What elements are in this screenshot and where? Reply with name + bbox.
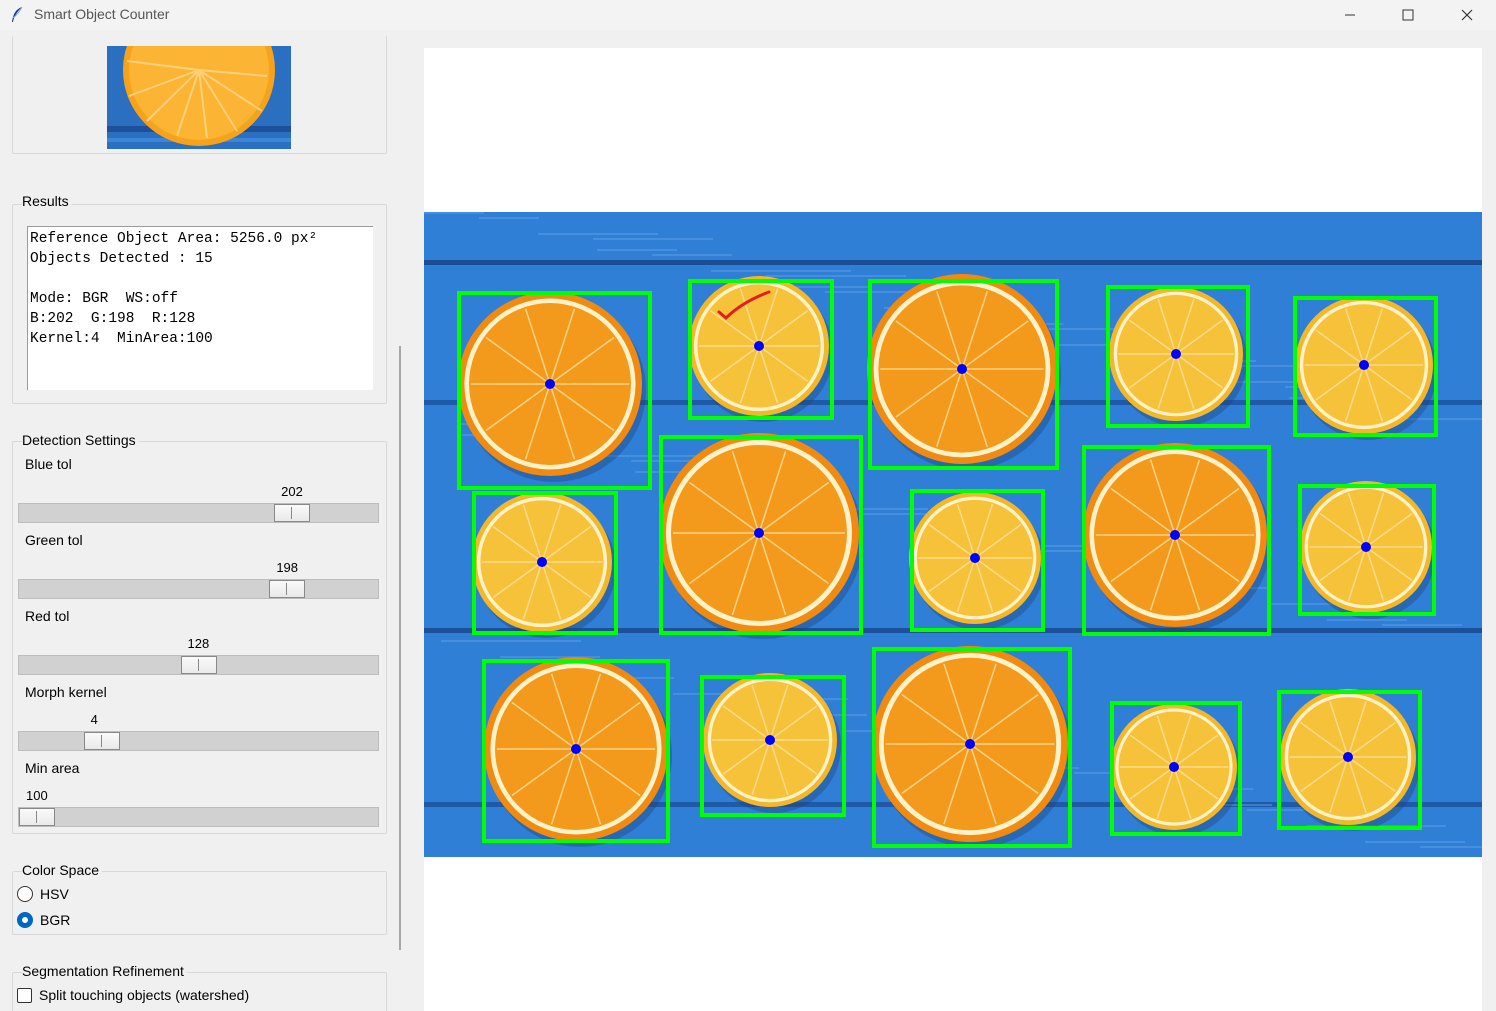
min-area-slider[interactable] bbox=[18, 807, 379, 827]
detection-center bbox=[1361, 542, 1371, 552]
wood-grain bbox=[1420, 846, 1482, 848]
slider-thumb[interactable] bbox=[83, 732, 120, 750]
plank-gap bbox=[424, 260, 1482, 265]
wood-grain bbox=[1327, 619, 1407, 621]
slider-thumb[interactable] bbox=[274, 504, 311, 522]
wood-grain bbox=[424, 212, 484, 214]
slider-thumb[interactable] bbox=[180, 656, 217, 674]
min-area-value: 100 bbox=[26, 788, 48, 803]
maximize-icon bbox=[1402, 9, 1414, 21]
wood-grain bbox=[593, 238, 713, 240]
watershed-checkbox[interactable] bbox=[17, 987, 32, 1003]
detection-center bbox=[965, 739, 975, 749]
detection-center bbox=[537, 557, 547, 567]
detection-image bbox=[424, 212, 1482, 857]
green-tol-value: 198 bbox=[276, 560, 299, 575]
watershed-checkbox-label: Split touching objects (watershed) bbox=[39, 987, 250, 1003]
window-title: Smart Object Counter bbox=[34, 6, 170, 22]
image-canvas[interactable] bbox=[424, 48, 1482, 1011]
detection-center bbox=[970, 553, 980, 563]
wood-grain bbox=[652, 254, 732, 256]
wood-grain bbox=[1365, 841, 1465, 843]
wood-grain bbox=[479, 217, 539, 219]
detection-center bbox=[571, 744, 581, 754]
wood-grain bbox=[597, 249, 677, 251]
slider-thumb[interactable] bbox=[19, 808, 55, 826]
wood-grain bbox=[766, 275, 906, 277]
red-tol-label: Red tol bbox=[25, 608, 70, 624]
feather-icon bbox=[12, 6, 23, 22]
detection-center bbox=[1170, 530, 1180, 540]
detection-center bbox=[754, 528, 764, 538]
radio-button[interactable] bbox=[17, 886, 33, 902]
blue-tol-label: Blue tol bbox=[25, 456, 72, 472]
reference-thumbnail bbox=[107, 46, 291, 149]
wood-grain bbox=[1382, 624, 1462, 626]
segmentation-title: Segmentation Refinement bbox=[22, 963, 187, 979]
detection-center bbox=[545, 379, 555, 389]
panel-scrollbar[interactable] bbox=[399, 346, 401, 950]
green-tol-slider[interactable] bbox=[18, 579, 379, 599]
wood-grain bbox=[538, 233, 658, 235]
green-tol-label: Green tol bbox=[25, 532, 83, 548]
red-tol-value: 128 bbox=[187, 636, 210, 651]
results-textbox[interactable]: Reference Object Area: 5256.0 px² Object… bbox=[27, 226, 373, 390]
watershed-checkbox-row[interactable]: Split touching objects (watershed) bbox=[17, 987, 249, 1003]
blue-tol-slider[interactable] bbox=[18, 503, 379, 523]
radio-hsv[interactable]: HSV bbox=[17, 886, 69, 902]
radio-hsv-label: HSV bbox=[40, 886, 69, 902]
min-area-label: Min area bbox=[25, 760, 80, 776]
close-icon bbox=[1461, 9, 1473, 21]
morph-kernel-value: 4 bbox=[90, 712, 98, 727]
morph-kernel-slider[interactable] bbox=[18, 731, 379, 751]
color-space-title: Color Space bbox=[22, 862, 103, 878]
radio-button[interactable] bbox=[17, 912, 33, 928]
title-bar: Smart Object Counter bbox=[0, 0, 1496, 30]
slider-thumb[interactable] bbox=[269, 580, 306, 598]
detection-center bbox=[957, 364, 967, 374]
detection-center bbox=[765, 735, 775, 745]
minimize-button[interactable] bbox=[1321, 0, 1379, 30]
detection-center bbox=[1171, 349, 1181, 359]
blue-tol-value: 202 bbox=[281, 484, 303, 499]
morph-kernel-label: Morph kernel bbox=[25, 684, 107, 700]
detection-center bbox=[1343, 752, 1353, 762]
detection-settings-title: Detection Settings bbox=[22, 432, 139, 448]
wood-grain bbox=[711, 270, 851, 272]
radio-bgr[interactable]: BGR bbox=[17, 912, 70, 928]
detection-center bbox=[1359, 360, 1369, 370]
detection-center bbox=[754, 341, 764, 351]
radio-bgr-label: BGR bbox=[40, 912, 71, 928]
close-button[interactable] bbox=[1438, 0, 1496, 30]
detection-center bbox=[1169, 762, 1179, 772]
minimize-icon bbox=[1345, 14, 1355, 16]
maximize-button[interactable] bbox=[1379, 0, 1437, 30]
results-title: Results bbox=[22, 193, 72, 209]
red-tol-slider[interactable] bbox=[18, 655, 379, 675]
wood-grain bbox=[441, 640, 581, 642]
